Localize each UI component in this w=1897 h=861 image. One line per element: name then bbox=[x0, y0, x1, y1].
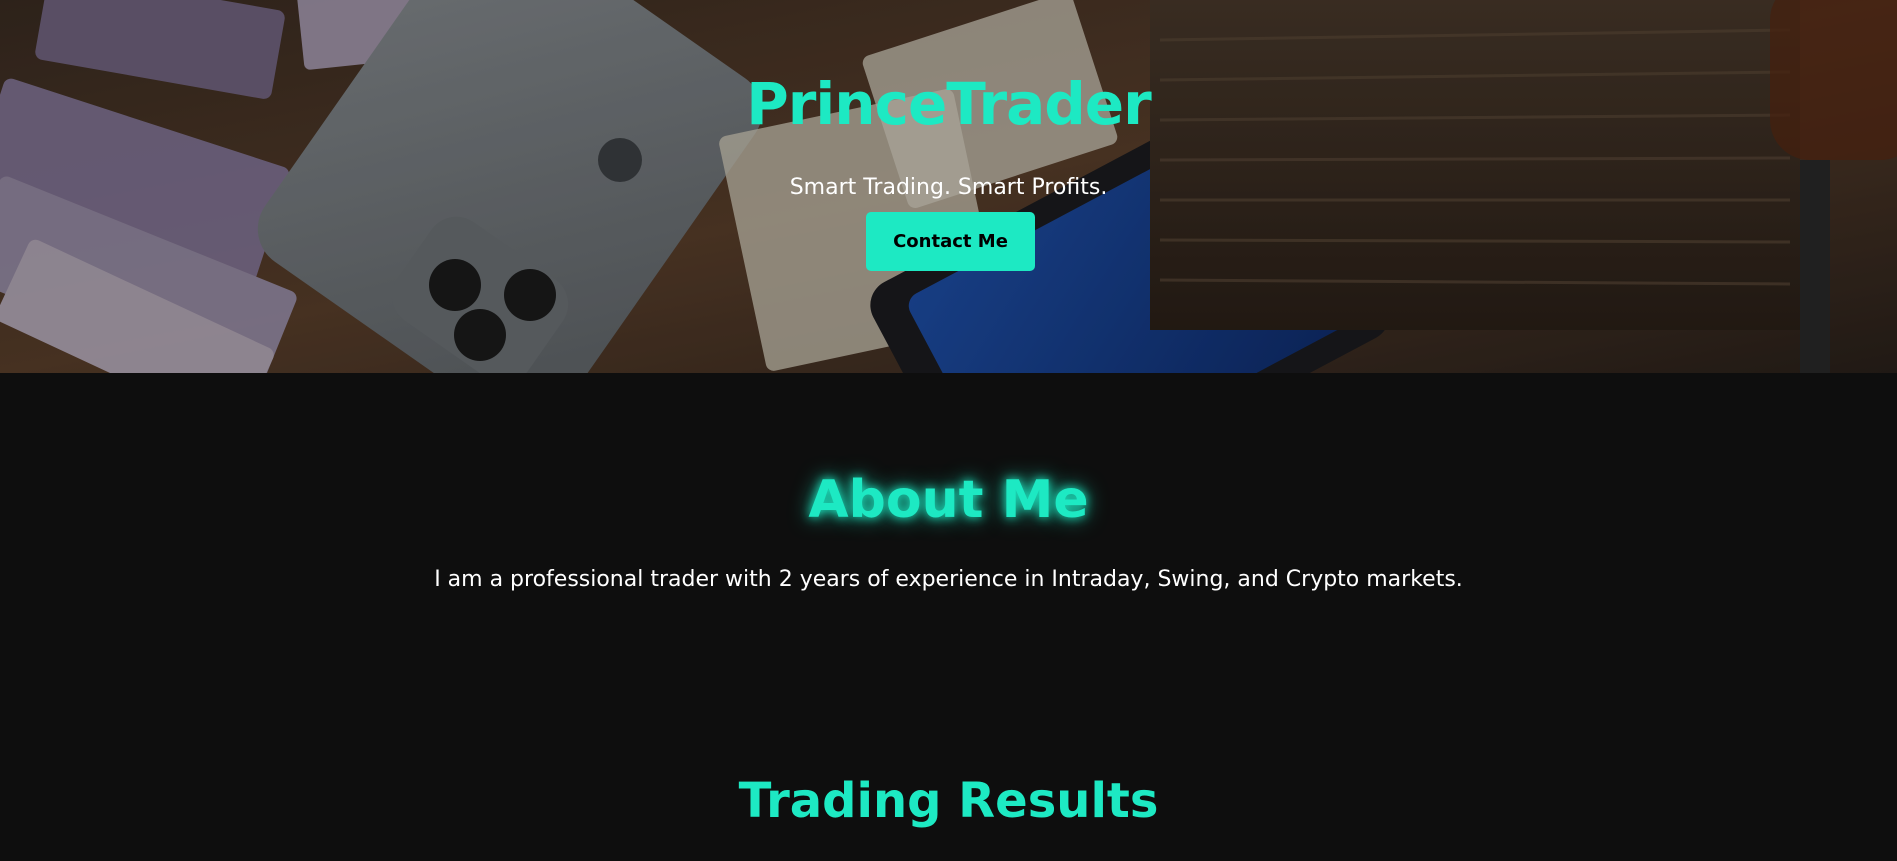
trading-results-title: Trading Results bbox=[738, 773, 1159, 829]
hero-section: PrinceTrader Smart Trading. Smart Profit… bbox=[0, 0, 1897, 373]
site-title: PrinceTrader bbox=[746, 70, 1151, 138]
about-description: I am a professional trader with 2 years … bbox=[434, 567, 1463, 592]
about-title: About Me bbox=[808, 470, 1089, 530]
contact-me-button[interactable]: Contact Me bbox=[866, 212, 1035, 271]
hero-content: PrinceTrader Smart Trading. Smart Profit… bbox=[0, 0, 1897, 373]
hero-tagline: Smart Trading. Smart Profits. bbox=[789, 175, 1108, 200]
about-section: About Me I am a professional trader with… bbox=[0, 373, 1897, 861]
